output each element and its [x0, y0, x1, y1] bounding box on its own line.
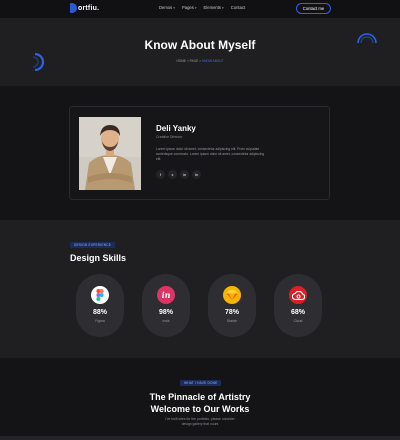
skill-card-figma: 88% Figma	[76, 274, 124, 337]
section-subtitle: I've built sites for the portfolio, plea…	[0, 417, 400, 427]
contact-me-button[interactable]: Contact me	[296, 3, 331, 14]
skill-card-creative-cloud: 68% Cloud	[274, 274, 322, 337]
nav-link-demos[interactable]: Demos ▾	[159, 5, 175, 10]
nav-link-label: Contact	[230, 5, 246, 10]
skill-card-sketch: 78% Sketch	[208, 274, 256, 337]
profile-photo	[79, 117, 141, 190]
works-title-line: The Pinnacle of Artistry	[149, 392, 251, 402]
nav-link-elements[interactable]: Elements ▾	[204, 5, 224, 10]
nav-links: Demos ▾ Pages ▾ Elements ▾ Contact	[159, 5, 245, 10]
profile-role: Creative Director	[156, 135, 183, 139]
skill-name: Invis	[162, 319, 170, 323]
breadcrumb-home[interactable]: HOME	[176, 59, 186, 63]
chevron-down-icon: ▾	[173, 5, 175, 10]
works-gallery-preview	[0, 436, 400, 440]
sketch-icon	[223, 286, 241, 304]
chevron-down-icon: ▾	[194, 5, 197, 10]
nav-link-pages[interactable]: Pages ▾	[182, 5, 197, 10]
logo-text: ortfiu.	[78, 4, 100, 12]
breadcrumb-separator: >	[199, 59, 202, 63]
works-subtitle-line: design gallery that count	[181, 422, 219, 426]
skill-name: Figma	[95, 319, 105, 323]
about-section: Deli Yanky Creative Director Lorem ipsum…	[0, 86, 400, 220]
section-tag: WHAT I HAVE DONE	[180, 380, 222, 386]
section-title: The Pinnacle of Artistry Welcome to Our …	[0, 391, 400, 415]
breadcrumb-separator: >	[186, 59, 189, 63]
skill-name: Cloud	[293, 319, 303, 323]
page: ortfiu. Demos ▾ Pages ▾ Elements ▾ Contact …	[0, 0, 400, 440]
breadcrumb-page[interactable]: PAGE	[190, 59, 199, 63]
section-title: Design Skills	[70, 253, 127, 263]
skills-list: 88% Figma in 98% Invis 78% Sketch 68% Cl…	[76, 274, 322, 337]
figma-icon	[91, 286, 109, 304]
works-title-line: Welcome to Our Works	[150, 404, 250, 414]
works-section: WHAT I HAVE DONE The Pinnacle of Artistr…	[0, 358, 400, 440]
skill-card-invision: in 98% Invis	[142, 274, 190, 337]
profile-card: Deli Yanky Creative Director Lorem ipsum…	[69, 106, 330, 200]
profile-name: Deli Yanky	[156, 124, 196, 133]
skill-percent: 88%	[92, 309, 107, 316]
nav-link-label: Pages	[181, 5, 194, 10]
linkedin-alt-icon[interactable]: in	[192, 170, 201, 179]
facebook-icon[interactable]: f	[156, 170, 165, 179]
top-navbar: ortfiu. Demos ▾ Pages ▾ Elements ▾ Contact …	[0, 0, 400, 18]
design-skills-section: DESIGN EXPERIENCE Design Skills 88% Figm…	[0, 220, 400, 358]
breadcrumb-current: KNOW ABOUT	[201, 59, 224, 63]
person-illustration	[79, 117, 141, 190]
x-twitter-icon[interactable]: x	[168, 170, 177, 179]
page-title: Know About Myself	[144, 38, 256, 52]
nav-link-label: Demos	[159, 5, 173, 10]
page-hero: Know About Myself HOME > PAGE > KNOW ABO…	[0, 18, 400, 86]
breadcrumb: HOME > PAGE > KNOW ABOUT	[0, 59, 400, 63]
creative-cloud-icon	[289, 286, 307, 304]
logo-mark-icon	[70, 3, 77, 13]
section-tag: DESIGN EXPERIENCE	[70, 242, 116, 248]
social-links: f x in in	[156, 170, 201, 179]
nav-link-label: Elements	[203, 5, 222, 10]
nav-link-contact[interactable]: Contact	[231, 5, 245, 10]
logo[interactable]: ortfiu.	[70, 3, 99, 13]
chevron-down-icon: ▾	[222, 5, 224, 10]
invision-icon: in	[157, 286, 175, 304]
linkedin-icon[interactable]: in	[180, 170, 189, 179]
skill-percent: 68%	[290, 309, 305, 316]
skill-name: Sketch	[226, 319, 238, 323]
profile-bio: Lorem ipsum dolor sit amet, consectetur …	[156, 147, 265, 162]
skill-percent: 78%	[224, 309, 239, 316]
skill-percent: 98%	[158, 309, 173, 316]
